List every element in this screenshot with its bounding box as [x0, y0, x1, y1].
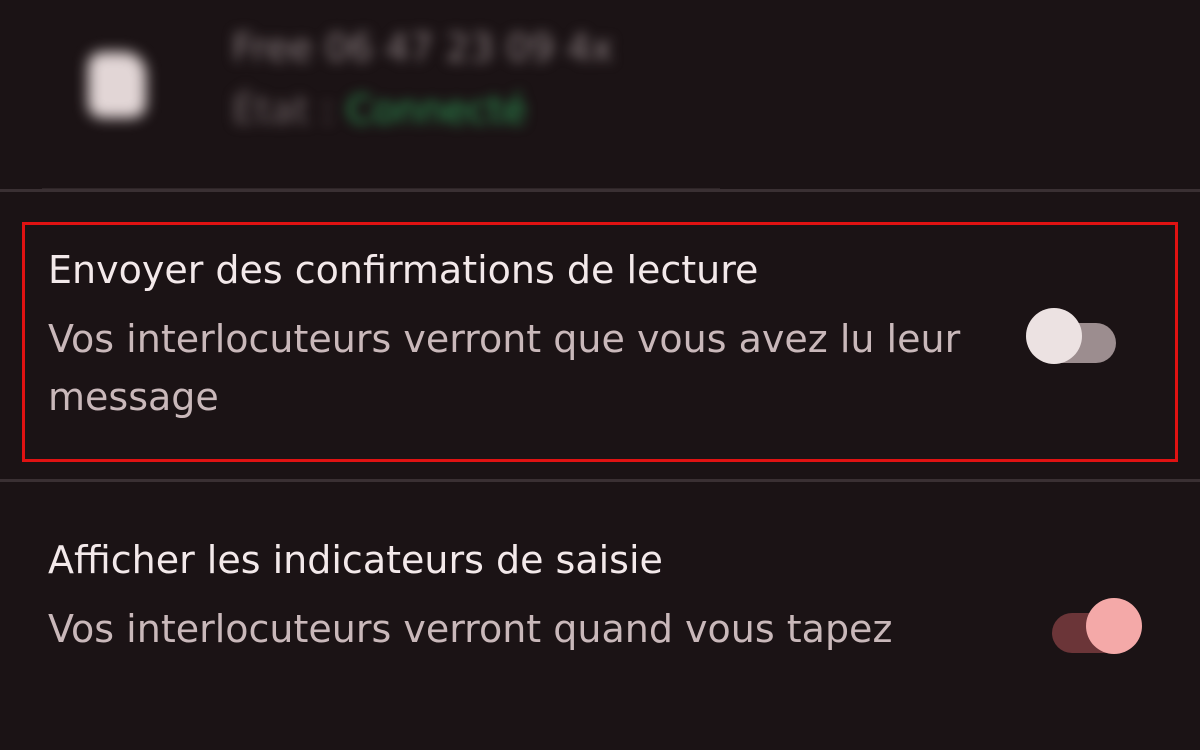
- read-receipts-toggle[interactable]: [1026, 306, 1122, 366]
- setting-typing-indicators-description: Vos interlocuteurs verront quand vous ta…: [48, 607, 893, 651]
- sim-status: État : Connecté: [232, 88, 527, 132]
- sim-status-value: Connecté: [346, 88, 527, 132]
- sim-status-label: État :: [232, 88, 334, 132]
- sim-card-item[interactable]: Free 06 47 23 09 4x État : Connecté: [0, 0, 1200, 191]
- setting-read-receipts[interactable]: Envoyer des confirmations de lecture Vos…: [0, 222, 1200, 462]
- sim-card-name: Free 06 47 23 09 4x: [232, 26, 614, 70]
- sim-card-icon: [88, 52, 146, 118]
- section-divider: [0, 189, 1200, 192]
- typing-indicators-toggle-thumb: [1086, 598, 1142, 654]
- read-receipts-toggle-thumb: [1026, 308, 1082, 364]
- setting-typing-indicators[interactable]: Afficher les indicateurs de saisie Vos i…: [0, 482, 1200, 750]
- setting-read-receipts-title: Envoyer des confirmations de lecture: [48, 248, 759, 292]
- setting-read-receipts-description: Vos interlocuteurs verront que vous avez…: [48, 317, 961, 419]
- setting-typing-indicators-title: Afficher les indicateurs de saisie: [48, 538, 663, 582]
- typing-indicators-toggle[interactable]: [1046, 596, 1142, 656]
